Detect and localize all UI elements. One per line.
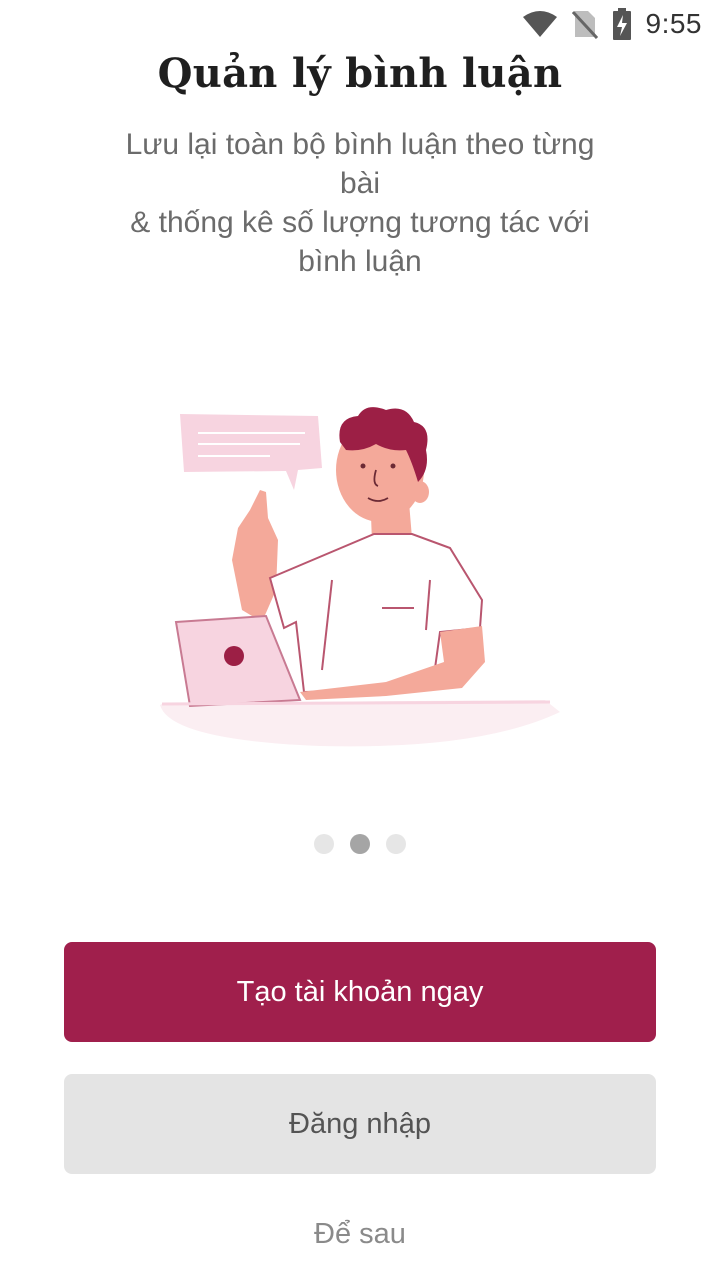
page-title: Quản lý bình luận bbox=[157, 50, 563, 97]
status-bar: 9:55 bbox=[0, 0, 720, 48]
create-account-button[interactable]: Tạo tài khoản ngay bbox=[64, 942, 656, 1042]
wifi-icon bbox=[522, 10, 558, 38]
battery-charging-icon bbox=[612, 8, 632, 40]
pager-dot-active[interactable] bbox=[350, 834, 370, 854]
onboarding-illustration bbox=[150, 400, 570, 760]
page-indicator bbox=[0, 834, 720, 854]
subtitle-line: & thống kê số lượng tương tác với bbox=[130, 206, 590, 239]
pager-dot[interactable] bbox=[386, 834, 406, 854]
subtitle-line: bài bbox=[339, 167, 381, 200]
onboarding-screen: 9:55 Quản lý bình luận Lưu lại toàn bộ b… bbox=[0, 0, 720, 1280]
page-subtitle: Lưu lại toàn bộ bình luận theo từng bài … bbox=[90, 125, 630, 281]
status-time: 9:55 bbox=[645, 8, 702, 39]
subtitle-line: bình luận bbox=[298, 245, 422, 278]
subtitle-line: Lưu lại toàn bộ bình luận theo từng bbox=[125, 128, 595, 161]
pager-dot[interactable] bbox=[314, 834, 334, 854]
login-button[interactable]: Đăng nhập bbox=[64, 1074, 656, 1174]
skip-later-link[interactable]: Để sau bbox=[0, 1218, 720, 1251]
person-laptop-illustration bbox=[160, 407, 560, 747]
no-sim-icon bbox=[571, 9, 598, 39]
